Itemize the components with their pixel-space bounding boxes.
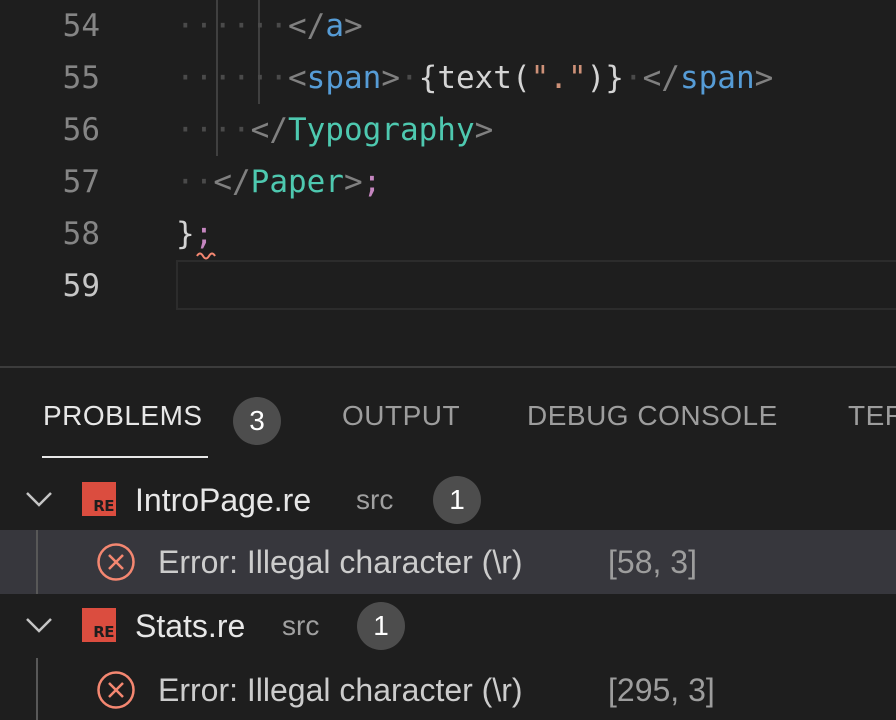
- tree-indent-guide: [36, 530, 38, 594]
- file-name: IntroPage.re: [135, 482, 312, 518]
- code-text: ······</a>: [176, 8, 363, 44]
- code-line[interactable]: 58 };: [0, 208, 896, 260]
- code-text: ······<span>·{text(".")}·</span>: [176, 60, 774, 96]
- code-line[interactable]: 57 ··</Paper>;: [0, 156, 896, 208]
- error-squiggle[interactable]: [196, 250, 218, 260]
- bottom-panel: PROBLEMS 3 OUTPUT DEBUG CONSOLE TERMINAL…: [0, 368, 896, 720]
- problem-item-row[interactable]: Error: Illegal character (\r) [295, 3]: [0, 658, 896, 720]
- error-message: Error: Illegal character (\r): [158, 544, 523, 580]
- error-icon: [97, 543, 135, 581]
- code-text: ··</Paper>;: [176, 164, 382, 200]
- chevron-down-icon[interactable]: [24, 488, 54, 510]
- line-number: 59: [62, 268, 100, 304]
- problems-count-badge: 3: [233, 397, 281, 445]
- code-line[interactable]: 54 ······</a>: [0, 0, 896, 52]
- error-message: Error: Illegal character (\r): [158, 672, 523, 708]
- tab-terminal[interactable]: TERMINAL: [848, 400, 896, 432]
- file-error-count-badge: 1: [433, 476, 481, 524]
- reason-file-icon: RE: [82, 482, 116, 516]
- code-line[interactable]: 56 ····</Typography>: [0, 104, 896, 156]
- code-line[interactable]: 55 ······<span>·{text(".")}·</span>: [0, 52, 896, 104]
- tab-problems[interactable]: PROBLEMS: [43, 400, 203, 432]
- tab-debug-console[interactable]: DEBUG CONSOLE: [527, 400, 778, 432]
- line-number: 56: [62, 112, 100, 148]
- line-number: 58: [62, 216, 100, 252]
- problem-file-row[interactable]: RE Stats.re src 1: [0, 594, 896, 658]
- active-tab-indicator: [42, 456, 208, 458]
- tab-output[interactable]: OUTPUT: [342, 400, 460, 432]
- file-name: Stats.re: [135, 608, 246, 644]
- error-icon: [97, 671, 135, 709]
- reason-file-icon: RE: [82, 608, 116, 642]
- error-position: [58, 3]: [608, 544, 697, 580]
- problem-item-row[interactable]: Error: Illegal character (\r) [58, 3]: [0, 530, 896, 594]
- line-number: 55: [62, 60, 100, 96]
- tree-indent-guide: [36, 658, 38, 720]
- line-number: 54: [62, 8, 100, 44]
- problem-file-row[interactable]: RE IntroPage.re src 1: [0, 468, 896, 532]
- chevron-down-icon[interactable]: [24, 614, 54, 636]
- code-text: ····</Typography>: [176, 112, 494, 148]
- file-directory: src: [282, 610, 320, 641]
- file-directory: src: [356, 484, 394, 515]
- file-error-count-badge: 1: [357, 602, 405, 650]
- code-editor[interactable]: 54 ······</a> 55 ······<span>·{text(".")…: [0, 0, 896, 366]
- error-position: [295, 3]: [608, 672, 715, 708]
- code-line-current[interactable]: 59: [0, 260, 896, 312]
- line-number: 57: [62, 164, 100, 200]
